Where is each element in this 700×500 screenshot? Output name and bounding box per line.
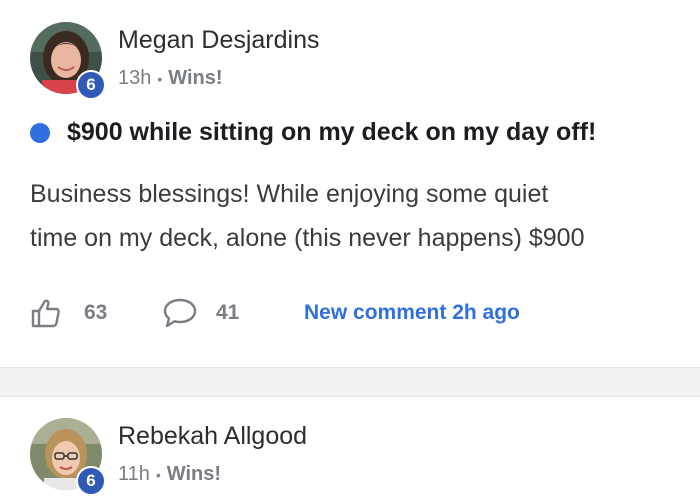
- post-actions: 63 41 New comment 2h ago: [30, 296, 520, 330]
- post-category[interactable]: Wins!: [168, 67, 222, 90]
- author-name[interactable]: Megan Desjardins: [118, 26, 320, 55]
- post-body-line: Business blessings! While enjoying some …: [30, 180, 549, 208]
- post-time: 13h: [118, 67, 152, 89]
- post-time: 11h: [118, 463, 150, 485]
- post-body[interactable]: Business blessings! While enjoying some …: [30, 172, 680, 260]
- post-category[interactable]: Wins!: [167, 463, 221, 486]
- post-title-row[interactable]: $900 while sitting on my deck on my day …: [30, 118, 596, 147]
- unread-dot-icon: [30, 122, 50, 143]
- level-badge: 6: [76, 70, 106, 100]
- comment-button[interactable]: 41: [162, 297, 304, 329]
- post-card[interactable]: 6 Megan Desjardins 13h • Wins! $900 whil…: [0, 0, 700, 367]
- post-meta: 11h • Wins!: [118, 463, 221, 486]
- post-separator: [0, 367, 700, 397]
- post-title[interactable]: $900 while sitting on my deck on my day …: [67, 118, 596, 147]
- author-avatar[interactable]: 6: [30, 22, 106, 100]
- speech-bubble-icon: [163, 298, 197, 328]
- meta-separator: •: [157, 70, 163, 87]
- meta-separator: •: [155, 466, 161, 483]
- level-badge: 6: [76, 466, 106, 496]
- thumbs-up-icon: [31, 299, 60, 328]
- author-avatar[interactable]: 6: [30, 418, 106, 496]
- post-card[interactable]: 6 Rebekah Allgood 11h • Wins!: [0, 397, 700, 500]
- comment-count: 41: [216, 301, 240, 324]
- author-name[interactable]: Rebekah Allgood: [118, 422, 307, 451]
- post-body-line: time on my deck, alone (this never happe…: [30, 224, 585, 252]
- like-count: 63: [84, 301, 108, 324]
- new-comment-link[interactable]: New comment 2h ago: [304, 301, 520, 325]
- post-meta: 13h • Wins!: [118, 67, 223, 90]
- like-button[interactable]: 63: [30, 297, 162, 329]
